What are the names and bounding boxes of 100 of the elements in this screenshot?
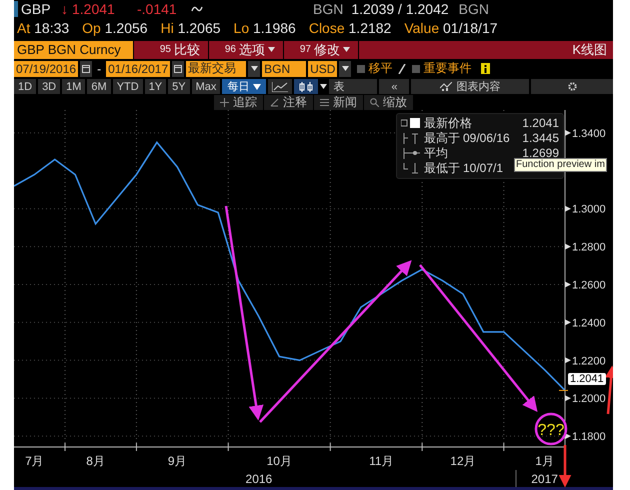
- period-button[interactable]: 3D: [38, 79, 60, 94]
- x-tick-label: 10月: [266, 454, 292, 468]
- legend-label: 平均: [424, 144, 448, 162]
- end-date-field[interactable]: 01/16/2017: [106, 60, 170, 77]
- table-button[interactable]: 表: [329, 79, 378, 94]
- caret-icon: [253, 84, 262, 90]
- legend-date: 10/07/1: [463, 161, 504, 176]
- legend-value: 1.3445: [522, 131, 559, 146]
- down-arrow: ↓: [61, 0, 68, 17]
- quote-stat: Lo 1.1986: [234, 20, 296, 36]
- frequency-dropdown[interactable]: 每日: [222, 79, 266, 94]
- wave-icon[interactable]: [191, 4, 203, 13]
- chart-type-button[interactable]: [294, 79, 318, 94]
- collapse-button[interactable]: «: [379, 79, 410, 94]
- search-icon: [370, 98, 379, 107]
- price-marker: 1.2041: [568, 372, 606, 385]
- date-separator: -: [96, 62, 102, 76]
- settings-icon: [568, 82, 577, 92]
- y-tick-label: 1.2600: [572, 280, 606, 292]
- toggle-checkbox[interactable]: 重要事件: [412, 60, 472, 78]
- tool-button[interactable]: 缩放: [364, 94, 413, 110]
- quote-stat: Close 1.2182: [308, 20, 392, 36]
- chart-icon: [440, 82, 452, 92]
- caret-icon: [250, 66, 258, 72]
- calendar-icon[interactable]: [82, 64, 90, 73]
- x-tick-label: 12月: [450, 454, 476, 468]
- quote-stat: At 18:33: [17, 20, 70, 36]
- calendar-icon[interactable]: [174, 64, 182, 73]
- y-tick-label: 1.3400: [572, 128, 606, 140]
- bid-ask: 1.2039 / 1.2042: [351, 0, 449, 17]
- caret-icon: [342, 66, 349, 72]
- x-tick-label: 1月: [535, 454, 554, 468]
- toggle-checkbox[interactable]: 移平: [357, 60, 392, 78]
- menu-item[interactable]: 97 修改: [283, 40, 358, 60]
- x-tick-label: 7月: [25, 454, 44, 468]
- bid-source: BGN: [313, 0, 344, 17]
- period-button[interactable]: 1D: [14, 79, 36, 94]
- legend-label: 最新价格: [424, 114, 472, 132]
- tool-button[interactable]: 新闻: [314, 94, 363, 110]
- period-button[interactable]: 1Y: [144, 79, 166, 94]
- period-button[interactable]: 5Y: [168, 79, 190, 94]
- dropdown-caret-icon: [320, 84, 328, 90]
- pencil-icon: [270, 98, 279, 107]
- low-marker-icon: [401, 162, 421, 174]
- period-button[interactable]: Max: [192, 79, 220, 94]
- legend-label: 最低于: [424, 160, 460, 177]
- quote-stat: Hi 1.2065: [160, 20, 221, 36]
- square-icon: [401, 118, 421, 128]
- menu-item[interactable]: 95 比较: [133, 40, 208, 60]
- period-button[interactable]: YTD: [112, 79, 143, 94]
- security-field[interactable]: GBP BGN Curncy: [14, 40, 133, 60]
- tool-button[interactable]: 注释: [264, 94, 313, 110]
- tool-button[interactable]: 追踪: [214, 94, 263, 110]
- currency-dropdown[interactable]: USD: [308, 60, 338, 77]
- y-tick-label: 1.2800: [572, 242, 606, 254]
- pencil-icon[interactable]: [398, 64, 406, 74]
- chart-content-button[interactable]: 图表内容: [411, 79, 530, 94]
- start-date-field[interactable]: 07/19/2016: [14, 60, 78, 77]
- view-title: K线图: [358, 40, 613, 60]
- y-tick-label: 1.2400: [572, 317, 606, 330]
- menu-item[interactable]: 96 选项: [208, 40, 283, 60]
- y-tick-label: 1.2200: [572, 355, 606, 368]
- year-label: 2017: [531, 472, 558, 486]
- high-marker-icon: [401, 132, 421, 144]
- x-tick-label: 9月: [168, 454, 187, 468]
- price-type-dropdown[interactable]: 最新交易: [186, 60, 246, 77]
- annotation-circle: [534, 412, 568, 446]
- period-button[interactable]: 1M: [62, 79, 86, 94]
- tooltip: Function preview im: [514, 158, 607, 172]
- y-tick-label: 1.2000: [572, 393, 606, 406]
- legend-date: 09/06/16: [463, 131, 510, 146]
- crosshair-icon: [220, 98, 229, 107]
- caret-icon: [343, 47, 350, 52]
- ticker: GBP: [21, 0, 52, 17]
- annotation-text: ???: [538, 422, 564, 439]
- info-icon[interactable]: [481, 63, 490, 74]
- price-change: -.0141: [137, 0, 178, 17]
- legend-label: 最高于: [424, 130, 460, 147]
- x-tick-label: 8月: [86, 454, 105, 468]
- y-tick-label: 1.1800: [572, 431, 606, 444]
- year-label: 2016: [246, 472, 272, 486]
- line-chart-icon: [272, 82, 288, 92]
- legend-value: 1.2041: [522, 116, 559, 130]
- annotation-arrow: [604, 366, 613, 414]
- average-marker-icon: [401, 148, 421, 159]
- quote-stat: Value 01/18/17: [404, 20, 498, 36]
- settings-button[interactable]: [531, 79, 613, 94]
- legend-value: 1.2699: [522, 146, 559, 160]
- chart-type-button[interactable]: [268, 79, 292, 94]
- ask-source: BGN: [458, 0, 489, 17]
- lines-icon: [320, 98, 329, 107]
- caret-icon: [268, 47, 275, 52]
- period-button[interactable]: 6M: [87, 79, 111, 94]
- last-price: 1.2041: [72, 0, 116, 17]
- annotation-arrow: [558, 444, 572, 488]
- quote-stat: Op 1.2056: [82, 20, 148, 36]
- y-tick-label: 1.3000: [572, 204, 606, 216]
- pricing-source-field[interactable]: BGN: [262, 60, 306, 77]
- candlestick-icon: [298, 82, 314, 92]
- x-tick-label: 11月: [369, 454, 394, 468]
